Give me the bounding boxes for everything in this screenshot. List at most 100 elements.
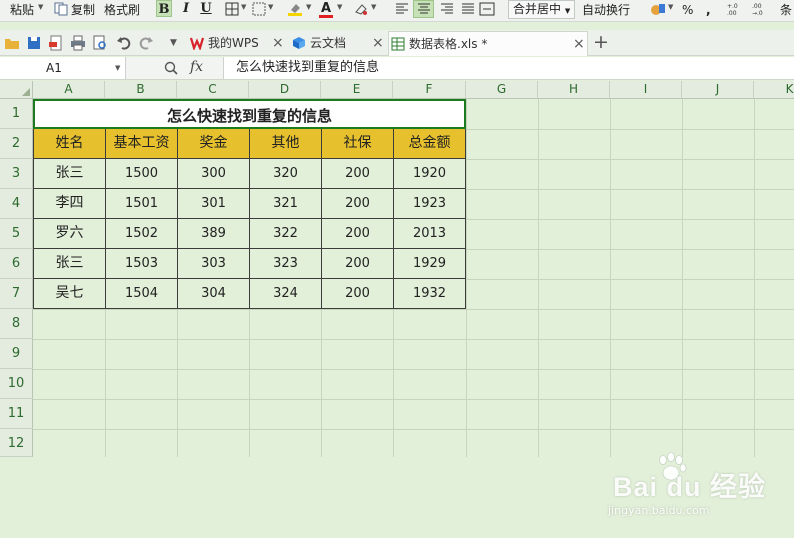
table-cell[interactable]: 1932 xyxy=(394,279,466,309)
tab-cloud-docs[interactable]: 云文档 × xyxy=(290,31,386,56)
print-icon[interactable] xyxy=(70,35,86,51)
format-painter-button[interactable]: 格式刷 xyxy=(104,0,140,21)
font-color-dropdown-icon[interactable]: ▼ xyxy=(337,3,342,11)
number-format-icon[interactable] xyxy=(650,2,666,16)
formula-input[interactable]: 怎么快速找到重复的信息 xyxy=(236,57,379,79)
table-cell[interactable]: 1920 xyxy=(394,159,466,189)
paste-button[interactable]: 粘贴 xyxy=(10,0,34,21)
number-format-dropdown-icon[interactable]: ▼ xyxy=(668,3,673,11)
save-icon[interactable] xyxy=(26,35,42,51)
row-header[interactable]: 6 xyxy=(0,249,33,279)
table-cell[interactable]: 1500 xyxy=(106,159,178,189)
undo-icon[interactable] xyxy=(116,35,132,51)
copy-button[interactable]: 复制 xyxy=(71,0,95,21)
decrease-decimal-icon[interactable]: .00→.0 xyxy=(752,2,770,16)
tab-data-sheet[interactable]: 数据表格.xls * × xyxy=(388,31,588,56)
align-right-icon[interactable] xyxy=(439,2,455,16)
table-cell[interactable]: 320 xyxy=(250,159,322,189)
new-tab-button[interactable]: + xyxy=(593,31,609,53)
quick-access-dropdown-icon[interactable]: ▼ xyxy=(170,38,177,48)
distributed-icon[interactable] xyxy=(479,2,495,16)
table-cell[interactable]: 1923 xyxy=(394,189,466,219)
column-header[interactable]: J xyxy=(682,81,754,99)
row-header[interactable]: 7 xyxy=(0,279,33,309)
column-header[interactable]: I xyxy=(610,81,682,99)
column-header[interactable]: H xyxy=(538,81,610,99)
table-cell[interactable]: 李四 xyxy=(34,189,106,219)
bold-button[interactable]: B xyxy=(156,0,172,17)
table-cell[interactable]: 301 xyxy=(178,189,250,219)
open-folder-icon[interactable] xyxy=(4,35,20,51)
table-cell[interactable]: 200 xyxy=(322,249,394,279)
table-cell[interactable]: 2013 xyxy=(394,219,466,249)
name-box[interactable]: A1 ▼ xyxy=(0,57,126,79)
close-tab-icon[interactable]: × xyxy=(272,31,284,55)
fill-pattern-dropdown-icon[interactable]: ▼ xyxy=(268,3,273,11)
table-cell[interactable]: 吴七 xyxy=(34,279,106,309)
justify-icon[interactable] xyxy=(460,2,476,16)
spreadsheet-grid[interactable]: A B C D E F G H I J K 1 2 3 4 5 6 7 8 9 … xyxy=(0,81,794,517)
header-cell-bonus[interactable]: 奖金 xyxy=(178,129,250,159)
name-box-dropdown-icon[interactable]: ▼ xyxy=(115,57,120,79)
row-header[interactable]: 2 xyxy=(0,129,33,159)
table-cell[interactable]: 389 xyxy=(178,219,250,249)
borders-icon[interactable] xyxy=(224,2,240,16)
close-tab-icon[interactable]: × xyxy=(573,32,585,56)
column-header[interactable]: A xyxy=(33,81,105,99)
table-cell[interactable]: 200 xyxy=(322,159,394,189)
table-cell[interactable]: 1504 xyxy=(106,279,178,309)
row-header[interactable]: 12 xyxy=(0,429,33,457)
row-header[interactable]: 3 xyxy=(0,159,33,189)
export-pdf-icon[interactable] xyxy=(48,35,64,51)
header-cell-social-security[interactable]: 社保 xyxy=(322,129,394,159)
fill-color-dropdown-icon[interactable]: ▼ xyxy=(306,3,311,11)
column-header[interactable]: K xyxy=(754,81,794,99)
table-cell[interactable]: 200 xyxy=(322,279,394,309)
column-header[interactable]: C xyxy=(177,81,249,99)
table-cell[interactable]: 1502 xyxy=(106,219,178,249)
table-cell[interactable]: 1501 xyxy=(106,189,178,219)
table-cell[interactable]: 321 xyxy=(250,189,322,219)
comma-button[interactable]: , xyxy=(706,0,711,21)
underline-button[interactable]: U xyxy=(198,0,214,17)
zoom-search-icon[interactable] xyxy=(164,61,178,75)
table-cell[interactable]: 张三 xyxy=(34,249,106,279)
header-cell-other[interactable]: 其他 xyxy=(250,129,322,159)
increase-decimal-icon[interactable]: +.0.00 xyxy=(727,2,745,16)
table-cell[interactable]: 303 xyxy=(178,249,250,279)
table-cell[interactable]: 罗六 xyxy=(34,219,106,249)
merge-center-button[interactable]: 合并居中 ▼ xyxy=(508,0,576,19)
table-cell[interactable]: 323 xyxy=(250,249,322,279)
table-cell[interactable]: 322 xyxy=(250,219,322,249)
row-header[interactable]: 9 xyxy=(0,339,33,369)
header-cell-name[interactable]: 姓名 xyxy=(34,129,106,159)
clear-format-icon[interactable] xyxy=(353,2,369,16)
column-header[interactable]: E xyxy=(321,81,393,99)
print-preview-icon[interactable] xyxy=(92,35,108,51)
align-left-icon[interactable] xyxy=(394,2,410,16)
redo-icon[interactable] xyxy=(138,35,154,51)
paste-dropdown-icon[interactable]: ▼ xyxy=(38,3,43,11)
fill-pattern-icon[interactable] xyxy=(251,2,267,16)
row-header[interactable]: 1 xyxy=(0,99,33,129)
italic-button[interactable]: I xyxy=(178,0,194,17)
header-cell-total[interactable]: 总金额 xyxy=(394,129,466,159)
close-tab-icon[interactable]: × xyxy=(372,31,384,55)
column-header[interactable]: B xyxy=(105,81,177,99)
table-cell[interactable]: 1503 xyxy=(106,249,178,279)
row-header[interactable]: 10 xyxy=(0,369,33,399)
percent-button[interactable]: % xyxy=(682,0,693,21)
table-cell[interactable]: 324 xyxy=(250,279,322,309)
row-header[interactable]: 4 xyxy=(0,189,33,219)
table-cell[interactable]: 200 xyxy=(322,219,394,249)
fx-icon[interactable]: fx xyxy=(190,59,203,75)
align-center-button[interactable] xyxy=(413,0,434,18)
select-all-corner[interactable] xyxy=(0,81,33,99)
header-cell-base-salary[interactable]: 基本工资 xyxy=(106,129,178,159)
row-header[interactable]: 8 xyxy=(0,309,33,339)
table-cell[interactable]: 300 xyxy=(178,159,250,189)
column-header[interactable]: F xyxy=(393,81,466,99)
borders-dropdown-icon[interactable]: ▼ xyxy=(241,3,246,11)
wrap-text-button[interactable]: 自动换行 xyxy=(582,0,630,21)
column-header[interactable]: G xyxy=(466,81,538,99)
